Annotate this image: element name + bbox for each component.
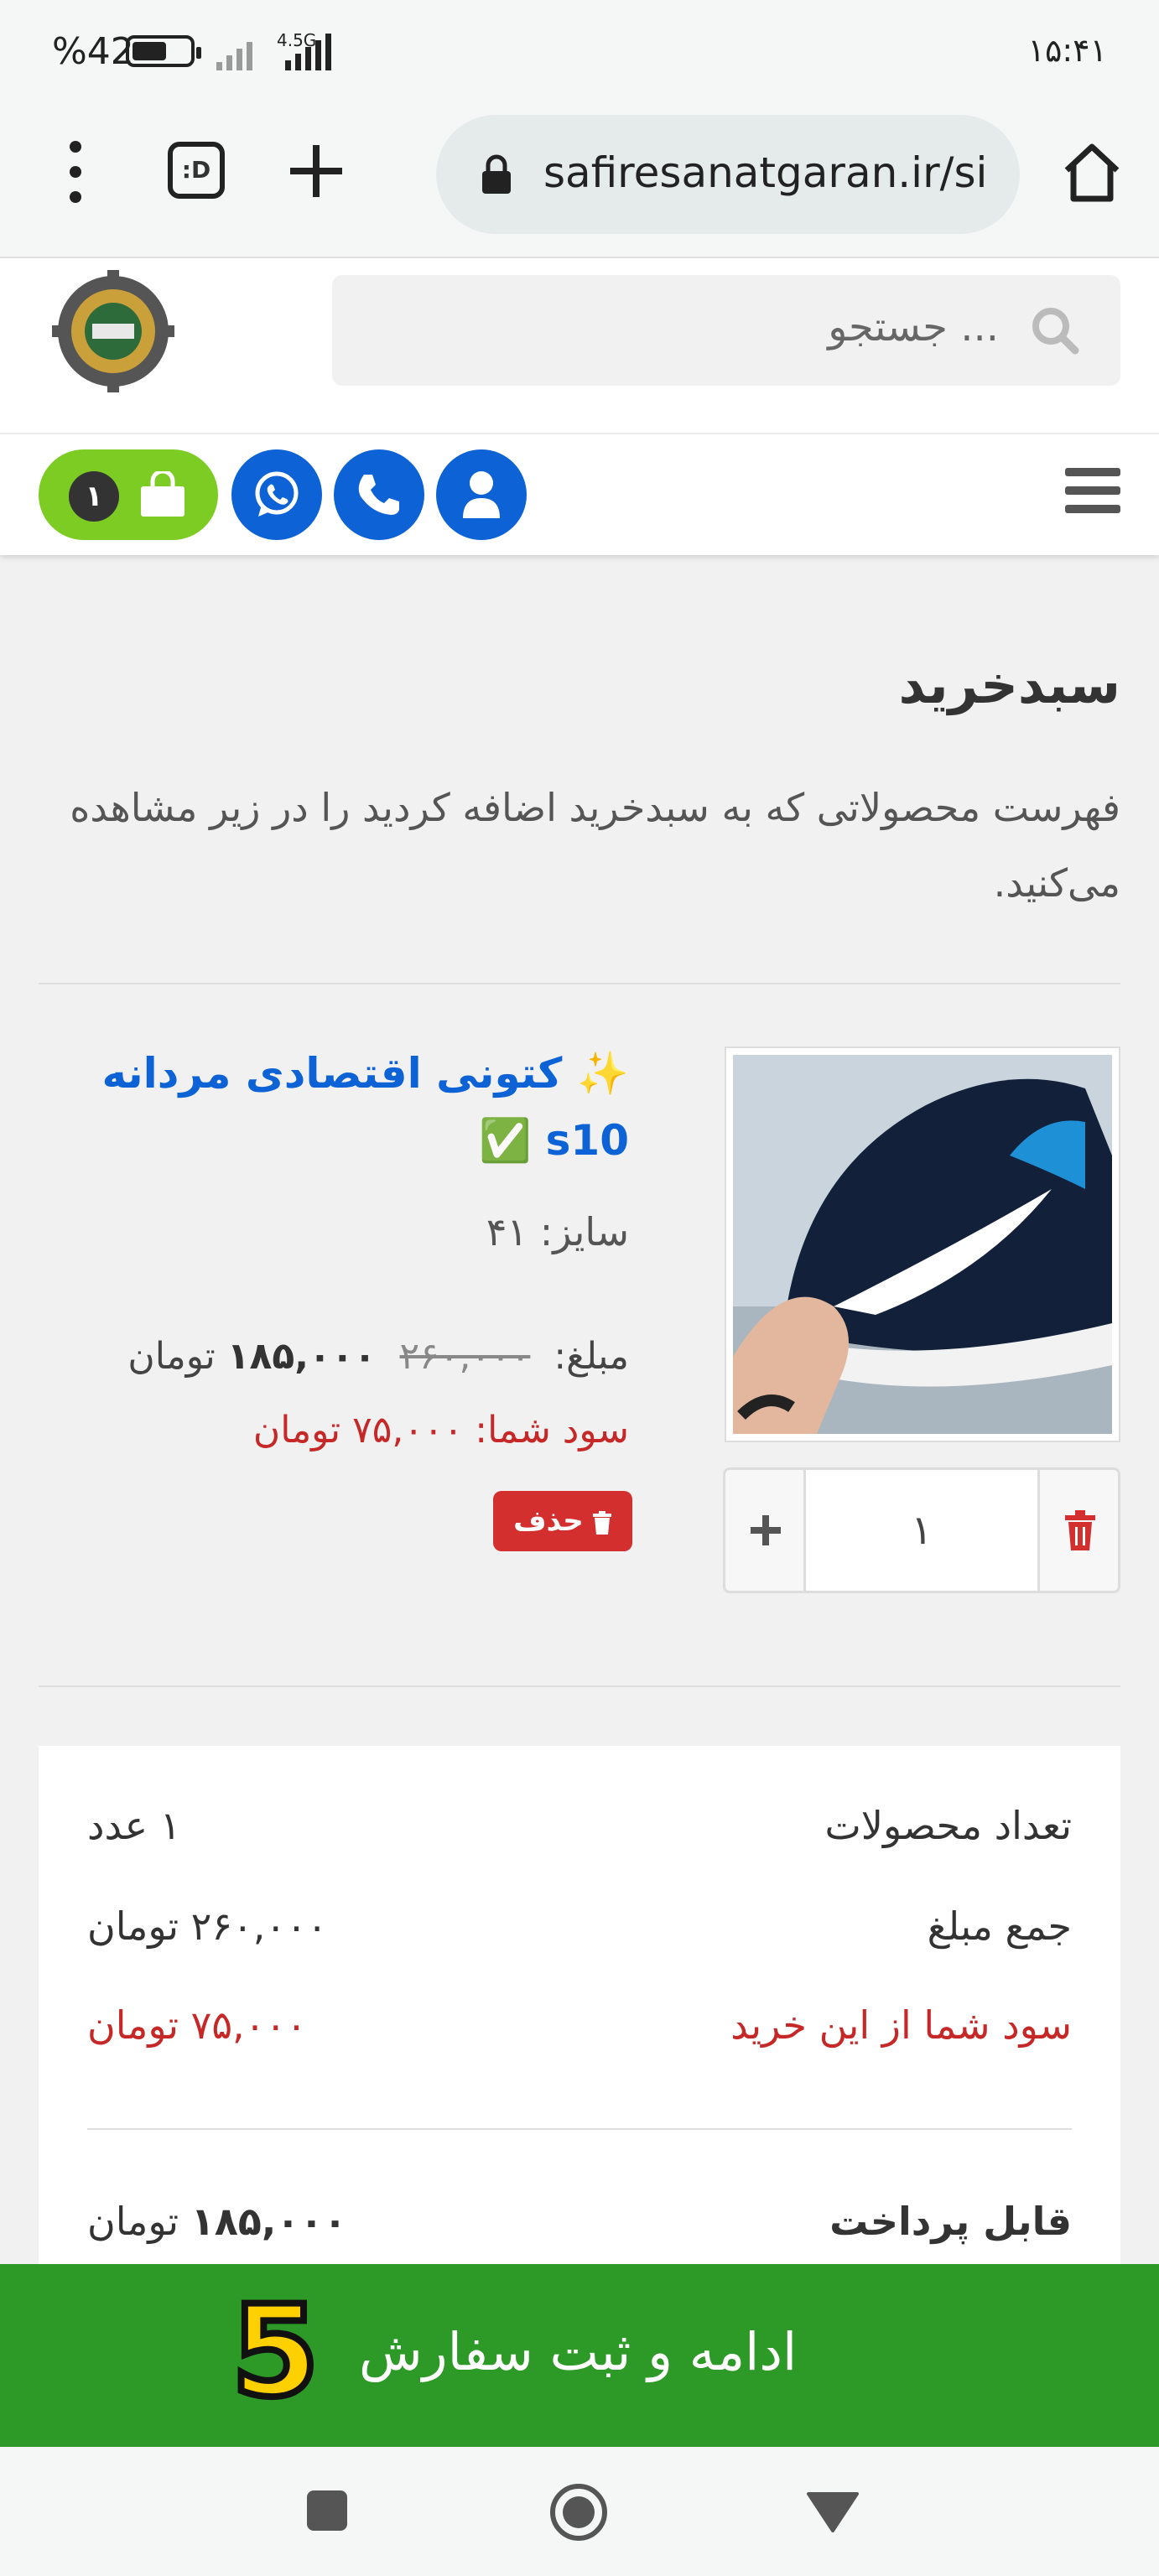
signal-icon (216, 34, 252, 70)
sneaker-photo (733, 1055, 1112, 1434)
new-tab-icon[interactable] (287, 142, 346, 200)
trash-icon (592, 1510, 611, 1535)
quantity-stepper: ۱ (723, 1467, 1120, 1593)
phone-icon (358, 475, 399, 515)
clock: ۱۵:۴۱ (1027, 32, 1107, 69)
increase-quantity-button[interactable] (725, 1470, 806, 1591)
cart-count-badge: ۱ (69, 471, 119, 522)
profit-value: ۷۵,۰۰۰ تومان (87, 2002, 307, 2048)
count-label: تعداد محصولات (824, 1803, 1072, 1848)
page-title: سبدخرید (898, 654, 1120, 715)
summary-payable-row: قابل پرداخت ۱۸۵,۰۰۰ تومان (87, 2199, 1072, 2266)
checkout-label: ادامه و ثبت سفارش (359, 2321, 798, 2382)
summary-divider (87, 2128, 1072, 2130)
url-text[interactable]: safiresanatgaran.ir/si (543, 148, 996, 197)
delete-label: حذف (513, 1504, 584, 1538)
payable-currency: تومان (87, 2199, 179, 2244)
back-key-icon[interactable] (807, 2490, 859, 2532)
price-label: مبلغ: (554, 1335, 629, 1378)
whatsapp-icon (255, 471, 299, 517)
page-subtitle: فهرست محصولاتی که به سبدخرید اضافه کردید… (70, 785, 1120, 906)
product-price: مبلغ: ۲۶۰,۰۰۰ ۱۸۵,۰۰۰ تومان (127, 1335, 629, 1378)
count-value: ۱ عدد (87, 1803, 181, 1848)
lock-icon (482, 154, 511, 194)
address-bar[interactable]: safiresanatgaran.ir/si (436, 115, 1020, 234)
cart-button[interactable]: ۱ (39, 449, 218, 540)
account-button[interactable] (436, 449, 527, 540)
payable-value: ۱۸۵,۰۰۰ تومان (87, 2199, 347, 2244)
divider (39, 1685, 1120, 1687)
more-options-icon[interactable] (67, 140, 84, 204)
site-header: جستجو ... (0, 258, 1159, 434)
plus-icon (751, 1515, 781, 1545)
trash-icon (1065, 1510, 1095, 1550)
search-input[interactable]: جستجو ... (828, 304, 999, 351)
quantity-value[interactable]: ۱ (806, 1470, 1037, 1591)
user-icon (463, 471, 500, 518)
whatsapp-button[interactable] (231, 449, 322, 540)
summary-count-row: تعداد محصولات ۱ عدد (87, 1803, 1072, 1870)
remove-item-button[interactable] (1037, 1470, 1118, 1591)
home-key-icon[interactable] (548, 2482, 609, 2542)
old-price: ۲۶۰,۰۰۰ (399, 1335, 531, 1378)
product-size: سایز: ۴۱ (486, 1209, 629, 1254)
battery-icon (126, 35, 201, 67)
hamburger-menu-icon[interactable] (1065, 468, 1120, 520)
search-box[interactable]: جستجو ... (332, 275, 1120, 386)
status-bar: %42 4.5G ۱۵:۴۱ (0, 0, 1159, 105)
search-icon[interactable] (1030, 305, 1080, 356)
signal-icon-secondary (285, 34, 331, 70)
total-value: ۲۶۰,۰۰۰ تومان (87, 1903, 328, 1949)
payable-amount: ۱۸۵,۰۰۰ (190, 2199, 347, 2244)
battery-percentage: %42 (52, 30, 134, 73)
order-summary: تعداد محصولات ۱ عدد جمع مبلغ ۲۶۰,۰۰۰ توم… (39, 1746, 1120, 2333)
shopping-bag-icon (141, 471, 185, 517)
price-currency: تومان (127, 1335, 216, 1378)
product-image[interactable] (725, 1046, 1120, 1442)
nav-bar: ۱ (0, 434, 1159, 555)
checkout-button[interactable]: 5 ادامه و ثبت سفارش (0, 2264, 1159, 2447)
tabs-button[interactable]: :D (168, 142, 225, 199)
home-icon[interactable] (1058, 138, 1125, 205)
product-name-link[interactable]: ✨ کتونی اقتصادی مردانه s10 ✅ (42, 1040, 629, 1174)
system-navigation-bar (0, 2447, 1159, 2576)
site-logo[interactable] (50, 268, 176, 394)
summary-profit-row: سود شما از این خرید ۷۵,۰۰۰ تومان (87, 2002, 1072, 2070)
product-profit: سود شما: ۷۵,۰۰۰ تومان (252, 1409, 629, 1452)
recent-apps-icon[interactable] (305, 2489, 349, 2532)
step-number-badge: 5 (228, 2279, 322, 2425)
divider (39, 983, 1120, 984)
browser-toolbar: :D safiresanatgaran.ir/si (0, 105, 1159, 258)
summary-total-row: جمع مبلغ ۲۶۰,۰۰۰ تومان (87, 1903, 1072, 1971)
profit-label: سود شما از این خرید (730, 2002, 1072, 2048)
new-price: ۱۸۵,۰۰۰ (226, 1335, 377, 1378)
delete-button[interactable]: حذف (493, 1491, 632, 1551)
total-label: جمع مبلغ (927, 1903, 1072, 1949)
call-button[interactable] (334, 449, 424, 540)
payable-label: قابل پرداخت (829, 2199, 1072, 2244)
